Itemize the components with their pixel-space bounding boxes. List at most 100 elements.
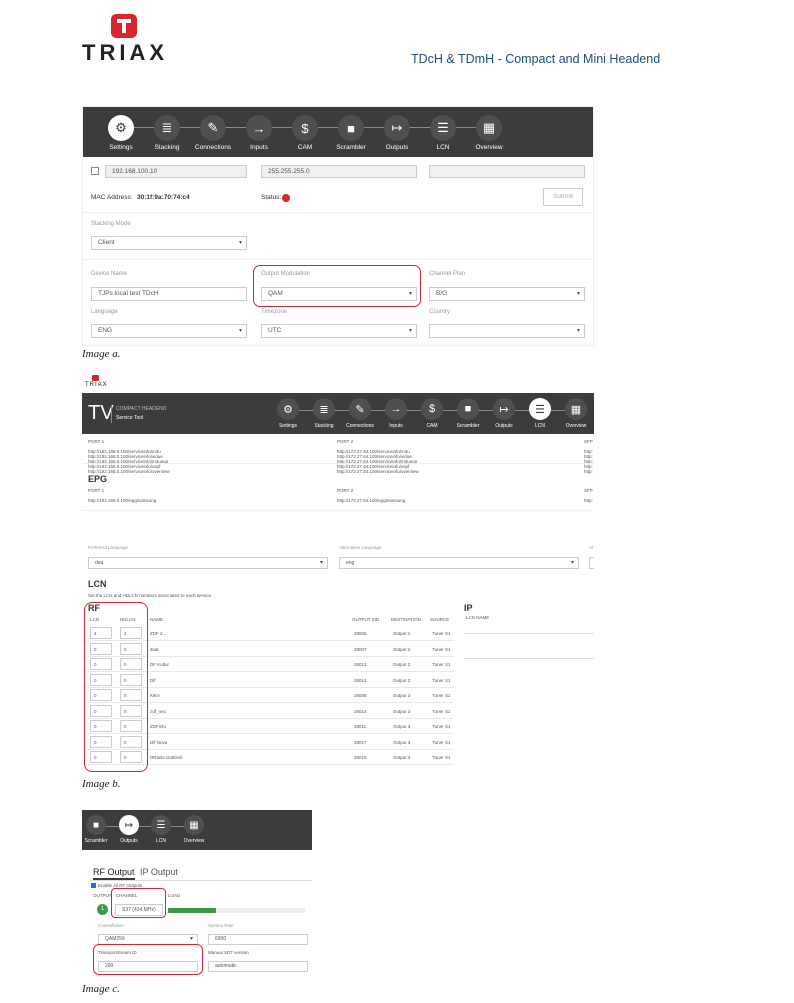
enable-all-checkbox[interactable] (91, 883, 96, 888)
image-c-screenshot: ■ Scrambler ↦ Outputs ☰ LCN ▦ Overview RF Outpu… (82, 810, 312, 1003)
lcn-description: Set the LCN and HDLCN numbers associated… (88, 593, 213, 598)
grid-icon: ▦ (476, 115, 502, 141)
nav-label: Overview (183, 838, 205, 844)
epg-port2-header: PORT 2 (337, 488, 354, 493)
port1-header: PORT 1 (88, 439, 105, 444)
triax-logo-icon (111, 14, 137, 38)
tab-ip-output[interactable]: IP Output (140, 867, 178, 877)
constellation-label: Constellation (98, 923, 125, 928)
status-label: Status: (261, 194, 282, 201)
lock-icon: ■ (86, 815, 106, 835)
nav-item-outputs[interactable]: ↦ Outputs (375, 115, 419, 151)
channel-plan-select[interactable]: B/G ▾ (429, 287, 585, 301)
plug-icon: ✎ (200, 115, 226, 141)
ip-checkbox[interactable] (91, 167, 99, 175)
third-language-select[interactable] (589, 557, 594, 569)
nav-label: Scrambler (336, 144, 366, 151)
symbol-rate-input[interactable]: 6900 (208, 934, 308, 945)
service-url[interactable]: http://172.27.64.100/serviceinfo/overvie… (337, 469, 419, 474)
output-sid: 28014 (354, 708, 367, 714)
status-indicator (282, 194, 290, 202)
ip-address-field[interactable]: 192.168.100.10 (105, 165, 247, 178)
source: Tuner S1 (432, 631, 451, 636)
timezone-select[interactable]: UTC ▾ (261, 324, 417, 338)
nav-item-cam[interactable]: $ CAM (283, 115, 327, 151)
output-number-badge: 1 (97, 904, 108, 915)
lock-icon: ■ (338, 115, 364, 141)
output-sid: 28013 (354, 677, 367, 683)
subnet-mask-field[interactable]: 255.255.255.0 (261, 165, 417, 178)
nav-item-lcn[interactable]: ☰ LCN (421, 115, 465, 151)
image-c-navbar: ■ Scrambler ↦ Outputs ☰ LCN ▦ Overview (82, 810, 312, 850)
preferred-language-select[interactable]: deu ▾ (88, 557, 328, 569)
stacking-mode-label: Stacking Mode (91, 221, 131, 227)
epg-sfp-url[interactable]: http: (584, 498, 593, 503)
language-select[interactable]: ENG ▾ (91, 324, 247, 338)
gear-icon: ⚙ (277, 398, 299, 420)
small-triax-logo-icon (92, 375, 99, 381)
nav-item-overview[interactable]: ▦ Overview (172, 815, 216, 844)
nav-item-scrambler[interactable]: ■ Scrambler (329, 115, 373, 151)
ip-columns: LCN NAME (466, 615, 490, 620)
list-icon: ☰ (430, 115, 456, 141)
gateway-field[interactable] (429, 165, 585, 178)
epg-port1-url[interactable]: http://192.168.0.100/epg/samsung (88, 498, 156, 503)
source: Tuner S1 (432, 662, 451, 667)
source: Tuner S1 (432, 708, 451, 714)
highlight-output-modulation (253, 265, 421, 307)
highlight-transport-stream-id (93, 944, 203, 975)
ip-title: IP (464, 603, 473, 613)
output-sid: 28007 (354, 646, 367, 652)
nav-item-overview[interactable]: ▦ Overview (554, 398, 594, 429)
country-label: Country (429, 309, 451, 315)
service-name: 3sat (150, 646, 159, 652)
mac-label: MAC Address: (91, 194, 133, 201)
stack-icon: ≣ (154, 115, 180, 141)
load-bar-fill (168, 908, 216, 913)
image-b-screenshot: TV COMPACT HEADEND Service Tool ⚙ Setting… (82, 393, 594, 773)
col-output: OUTPUT (93, 893, 112, 898)
chevron-down-icon: ▾ (238, 240, 242, 246)
caption-image-c: Image c. (82, 983, 120, 995)
nav-item-stacking[interactable]: ≣ Stacking (145, 115, 189, 151)
service-name: ZDFinfo (150, 724, 167, 729)
col-name: NAME (150, 617, 164, 622)
chevron-down-icon: ▾ (576, 328, 580, 334)
epg-title: EPG (88, 474, 108, 484)
app-subtitle-1: COMPACT HEADEND (116, 406, 167, 412)
language-label: Language (91, 309, 118, 315)
chevron-down-icon: ▾ (319, 560, 323, 566)
nav-item-settings[interactable]: ⚙ Settings (99, 115, 143, 151)
nav-label: Stacking (154, 144, 180, 151)
country-select[interactable]: ▾ (429, 324, 585, 338)
stacking-mode-select[interactable]: Client ▾ (91, 236, 247, 250)
epg-sfp-header: SFP (584, 488, 593, 493)
document-title: TDcH & TDmH - Compact and Mini Headend (411, 52, 661, 66)
manual-sdt-input[interactable]: automatic (208, 961, 308, 972)
list-icon: ☰ (151, 815, 171, 835)
nav-label: Connections (194, 144, 232, 151)
nav-item-overview[interactable]: ▦ Overview (467, 115, 511, 151)
stack-icon: ≣ (313, 398, 335, 420)
tab-rf-output[interactable]: RF Output (93, 867, 135, 880)
submit-button[interactable]: Submit (543, 188, 583, 206)
output-sid: 28008 (354, 693, 367, 698)
load-bar (168, 908, 305, 913)
nav-label: Inputs (250, 144, 268, 151)
nav-item-connections[interactable]: ✎ Connections (191, 115, 235, 151)
symbol-rate-label: Symbol Rate (208, 923, 234, 928)
output-sid: 28011 (354, 724, 367, 729)
device-name-input[interactable]: TJPs local test TDcH (91, 287, 247, 301)
caption-image-b: Image b. (82, 778, 121, 790)
plug-icon: ✎ (349, 398, 371, 420)
service-url[interactable]: http: (584, 469, 593, 474)
preferred-language-label: Preferred Language (88, 545, 129, 550)
alternative-language-select[interactable]: eng ▾ (339, 557, 579, 569)
destination: Output 3 (393, 755, 411, 760)
nav-label: Settings (109, 144, 133, 151)
manual-sdt-label: Manual SDT version (208, 950, 249, 955)
epg-port2-url[interactable]: http://172.27.64.100/epg/samsung (337, 498, 405, 503)
image-a-navbar: ⚙ Settings ≣ Stacking ✎ Connections → Inputs $ CA… (83, 107, 593, 157)
output-sid: 28015 (354, 755, 367, 760)
nav-item-inputs[interactable]: → Inputs (237, 115, 281, 151)
